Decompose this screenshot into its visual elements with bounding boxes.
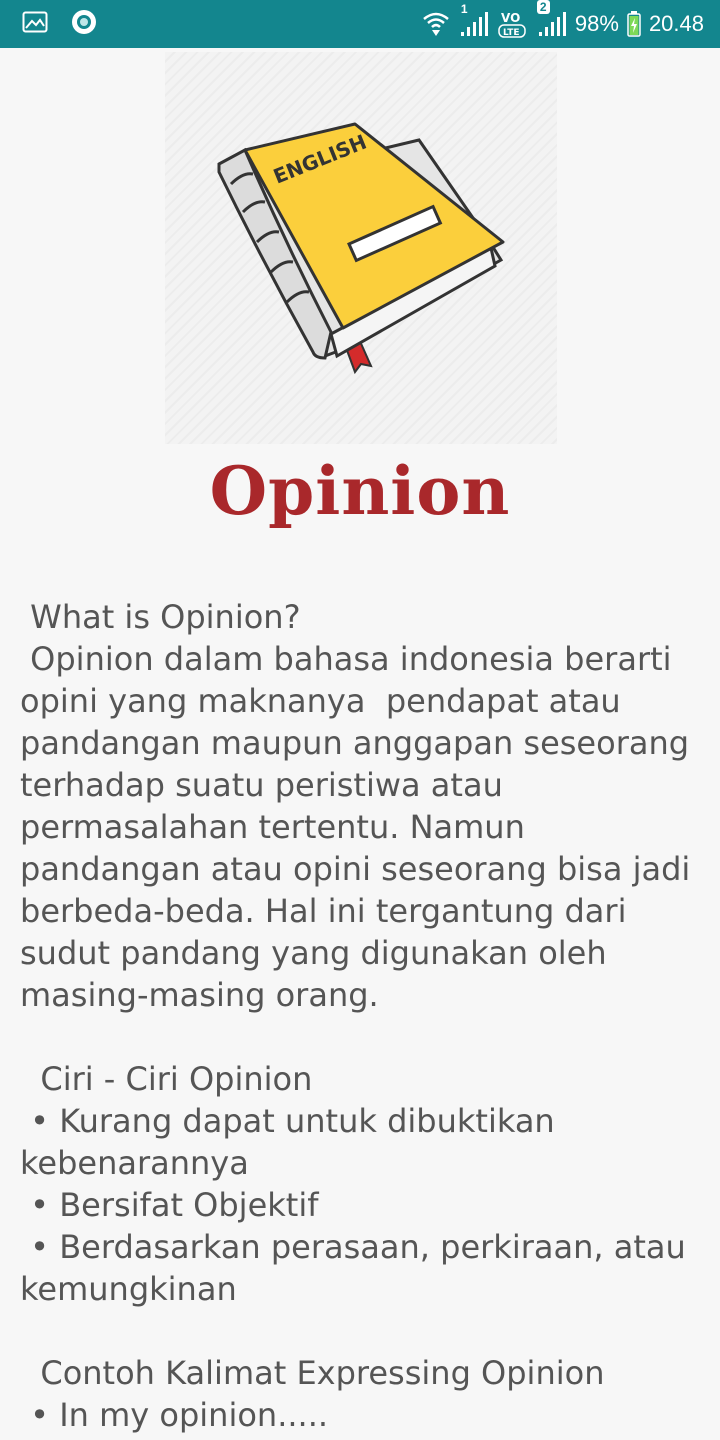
status-bar: 1 VO LTE 2 98% 20.48 [0,0,720,48]
list-item: • Kurang dapat untuk dibuktikan kebenara… [20,1102,565,1182]
clock: 20.48 [648,11,704,36]
section-heading-ciri: Ciri - Ciri Opinion [20,1060,313,1098]
sync-circle-icon [70,8,98,40]
list-item: • Bersifat Objektif [20,1186,319,1224]
definition-paragraph: Opinion dalam bahasa indonesia berarti o… [20,640,701,1014]
battery-percent: 98% [574,11,619,36]
gallery-icon [22,11,48,37]
battery-charging-icon [627,11,641,37]
list-item: • In my opinion..... [20,1396,329,1434]
page-title: Opinion [209,452,511,530]
signal-sim2-icon: 2 [536,0,567,38]
svg-text:LTE: LTE [503,28,520,38]
list-item: • Berdasarkan perasaan, perkiraan, atau … [20,1228,696,1308]
svg-text:VO: VO [501,11,520,25]
sim1-label: 1 [460,2,468,16]
wifi-icon [421,9,451,39]
section-heading-contoh: Contoh Kalimat Expressing Opinion [20,1354,605,1392]
volte-icon: VO LTE [497,8,529,40]
signal-sim1-icon: 1 [459,2,489,38]
content-body: What is Opinion? Opinion dalam bahasa in… [20,596,700,1436]
sim2-label: 2 [536,0,550,14]
section-heading-what-is: What is Opinion? [20,598,301,636]
book-illustration: ENGLISH [165,52,557,444]
